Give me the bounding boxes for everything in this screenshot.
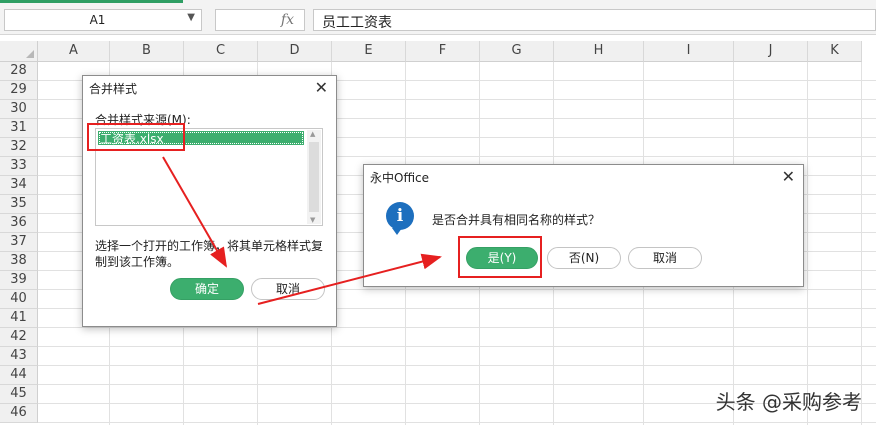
arrow-to-ok-button	[162, 156, 228, 268]
watermark: 头条 @采购参考	[715, 390, 862, 414]
arrow-to-yes-button	[257, 253, 442, 305]
annotation-arrows	[162, 156, 442, 305]
